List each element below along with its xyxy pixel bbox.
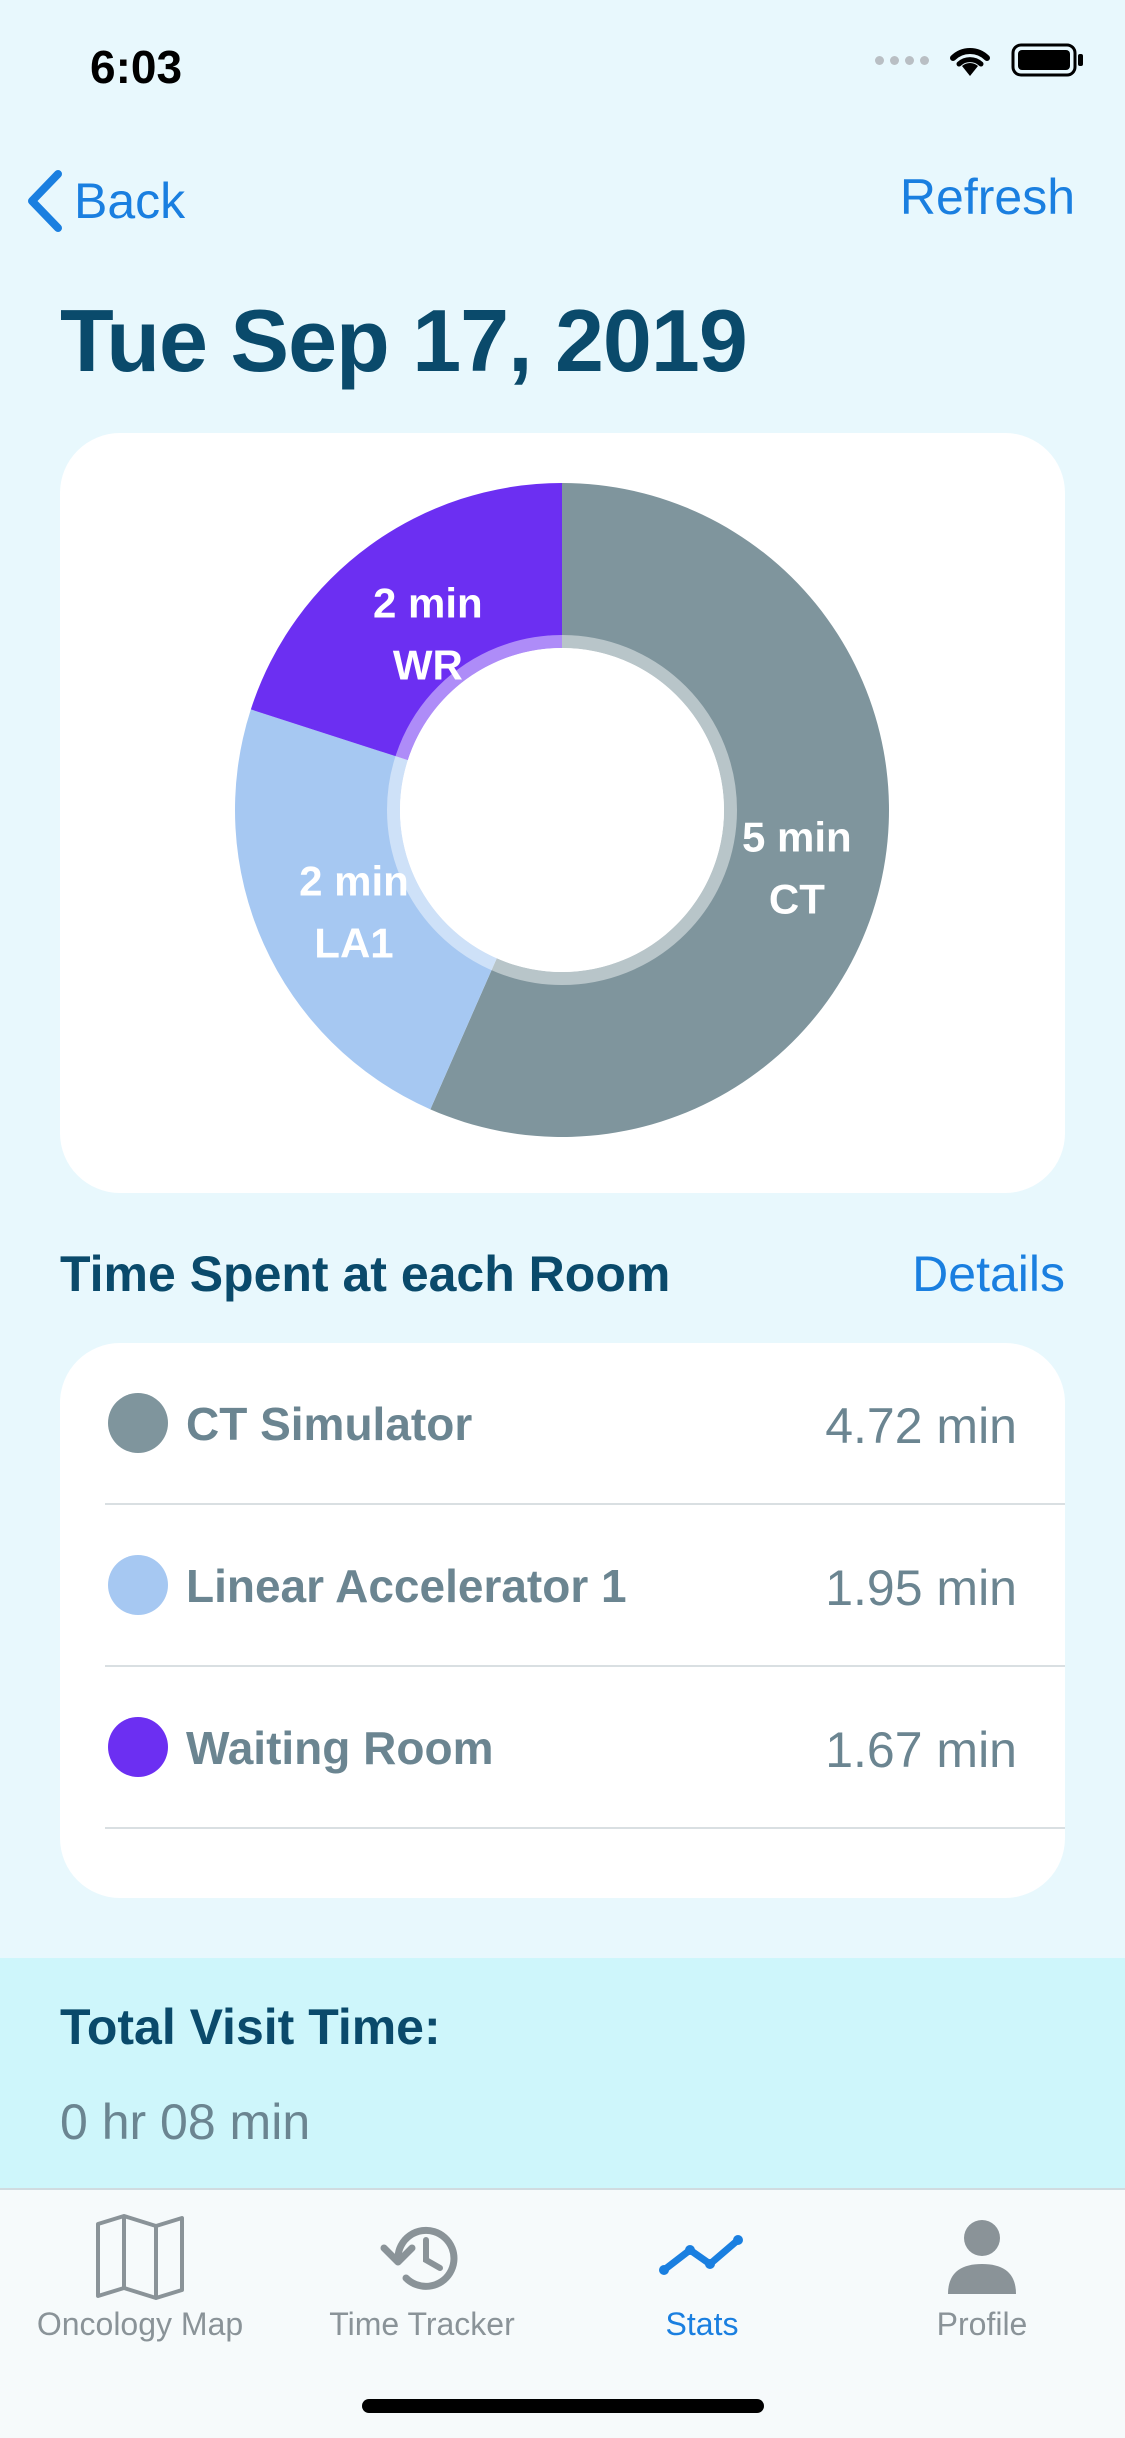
room-name: CT Simulator <box>186 1398 473 1450</box>
room-time: 1.95 min <box>825 1560 1017 1616</box>
room-time: 4.72 min <box>825 1398 1017 1454</box>
tab-label: Profile <box>936 2306 1028 2342</box>
navigation-bar: Back Refresh <box>0 160 1125 240</box>
list-item: Waiting Room 1.67 min <box>60 1667 1065 1829</box>
page-title: Tue Sep 17, 2019 <box>60 291 748 390</box>
status-time: 6:03 <box>90 41 183 93</box>
divider <box>105 1827 1065 1829</box>
refresh-button[interactable]: Refresh <box>900 168 1075 226</box>
back-label: Back <box>74 173 186 229</box>
map-icon <box>96 2214 184 2300</box>
back-button[interactable]: Back <box>24 168 185 234</box>
tab-oncology-map[interactable]: Oncology Map <box>0 2202 280 2352</box>
room-color-dot <box>108 1555 168 1615</box>
total-visit-value: 0 hr 08 min <box>60 2094 311 2150</box>
details-link[interactable]: Details <box>912 1245 1065 1303</box>
room-color-dot <box>108 1717 168 1777</box>
room-name: Linear Accelerator 1 <box>186 1560 627 1612</box>
status-icons <box>875 42 1085 78</box>
tab-label: Oncology Map <box>36 2306 244 2342</box>
tab-time-tracker[interactable]: Time Tracker <box>282 2202 562 2352</box>
list-item: CT Simulator 4.72 min <box>60 1343 1065 1505</box>
donut-chart: 5 min CT2 min LA12 min WR <box>234 483 890 1137</box>
list-item: Linear Accelerator 1 1.95 min <box>60 1505 1065 1667</box>
signal-icon <box>875 55 929 65</box>
chart-card: 5 min CT 2 min LA1 2 min WR <box>60 433 1065 1193</box>
status-bar: 6:03 <box>0 0 1125 132</box>
total-visit-panel: Total Visit Time: 0 hr 08 min <box>0 1958 1125 2188</box>
tab-profile[interactable]: Profile <box>842 2202 1122 2352</box>
tab-label: Stats <box>665 2306 739 2342</box>
room-color-dot <box>108 1393 168 1453</box>
donut-hole <box>400 648 724 972</box>
stats-icon <box>659 2235 743 2275</box>
person-icon <box>948 2220 1016 2294</box>
tab-label: Time Tracker <box>329 2306 515 2342</box>
section-title: Time Spent at each Room <box>60 1246 671 1302</box>
battery-icon <box>1011 43 1083 77</box>
tab-stats[interactable]: Stats <box>562 2202 842 2352</box>
total-visit-label: Total Visit Time: <box>60 1999 441 2055</box>
wifi-icon <box>950 47 990 76</box>
room-name: Waiting Room <box>186 1722 494 1774</box>
home-indicator <box>362 2399 764 2413</box>
room-list: CT Simulator 4.72 min Linear Accelerator… <box>60 1343 1065 1898</box>
chevron-left-icon <box>28 170 62 232</box>
room-time: 1.67 min <box>825 1722 1017 1778</box>
history-icon <box>380 2226 458 2290</box>
